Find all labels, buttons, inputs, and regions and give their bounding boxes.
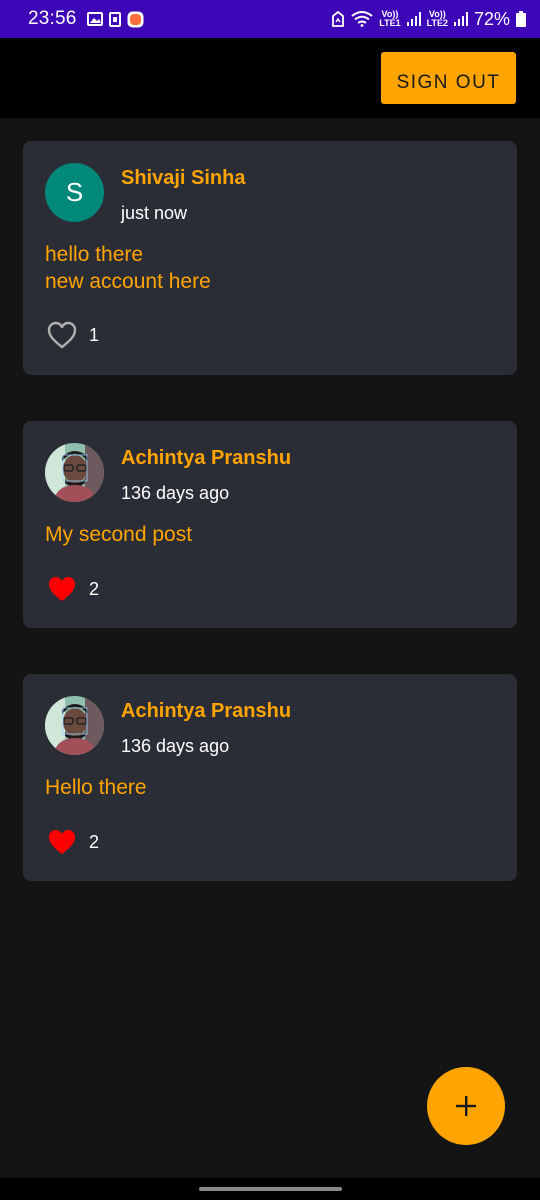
like-row: 1 bbox=[47, 321, 99, 349]
like-count: 2 bbox=[89, 578, 100, 599]
post-content-line: new account here bbox=[45, 270, 211, 293]
like-count: 1 bbox=[89, 324, 100, 345]
post-timestamp: 136 days ago bbox=[121, 736, 230, 756]
plus-icon bbox=[455, 1095, 477, 1117]
like-row: 2 bbox=[47, 575, 99, 603]
author-name[interactable]: Achintya Pranshu bbox=[121, 447, 291, 470]
add-post-button[interactable] bbox=[427, 1067, 505, 1145]
post-content: My second post bbox=[45, 521, 192, 548]
post-content-line: hello there bbox=[45, 243, 144, 266]
post-timestamp: just now bbox=[121, 203, 188, 223]
sim-icon bbox=[108, 11, 121, 27]
status-right: Vo)) LTE1 Vo)) LTE2 72% bbox=[331, 9, 526, 30]
status-time: 23:56 bbox=[28, 8, 77, 29]
post-card: S Shivaji Sinha just now hello there new… bbox=[23, 141, 517, 375]
author-name[interactable]: Shivaji Sinha bbox=[121, 167, 245, 190]
post-card: Achintya Pranshu 136 days ago My second … bbox=[23, 421, 517, 628]
sign-out-button[interactable]: SIGN OUT bbox=[381, 52, 516, 104]
avatar[interactable] bbox=[45, 696, 104, 755]
network-label-2: Vo)) LTE2 bbox=[426, 9, 448, 28]
status-bar: 23:56 Vo)) LTE1 Vo)) LTE2 72% bbox=[0, 0, 540, 38]
post-content: hello there new account here bbox=[45, 241, 211, 295]
status-left-icons bbox=[86, 11, 144, 28]
app-notification-icon bbox=[127, 11, 144, 28]
post-timestamp: 136 days ago bbox=[121, 483, 230, 503]
author-name[interactable]: Achintya Pranshu bbox=[121, 700, 291, 723]
navigation-bar bbox=[0, 1178, 540, 1200]
post-card: Achintya Pranshu 136 days ago Hello ther… bbox=[23, 674, 517, 881]
signal-icon bbox=[453, 12, 468, 26]
home-indicator[interactable] bbox=[199, 1187, 342, 1191]
post-content-line: Hello there bbox=[45, 776, 147, 799]
like-count: 2 bbox=[89, 831, 100, 852]
post-content: Hello there bbox=[45, 774, 147, 801]
like-row: 2 bbox=[47, 828, 99, 856]
app-bar: SIGN OUT bbox=[0, 38, 540, 118]
battery-percent: 72% bbox=[473, 8, 510, 29]
avatar[interactable] bbox=[45, 443, 104, 502]
heart-filled-icon[interactable] bbox=[47, 828, 77, 856]
heart-outline-icon[interactable] bbox=[47, 321, 77, 349]
battery-icon bbox=[516, 11, 526, 27]
cast-icon bbox=[331, 11, 345, 27]
avatar[interactable]: S bbox=[45, 163, 104, 222]
network-label-1: Vo)) LTE1 bbox=[379, 9, 401, 28]
image-icon bbox=[86, 12, 103, 26]
post-content-line: My second post bbox=[45, 523, 193, 546]
heart-filled-icon[interactable] bbox=[47, 575, 77, 603]
post-feed: S Shivaji Sinha just now hello there new… bbox=[23, 141, 517, 927]
wifi-icon bbox=[351, 11, 373, 27]
signal-icon bbox=[406, 12, 421, 26]
